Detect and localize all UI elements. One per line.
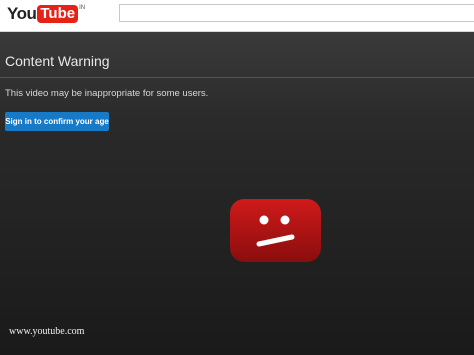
- top-header: You Tube IN: [0, 0, 474, 32]
- watermark-text: www.youtube.com: [9, 326, 85, 337]
- logo-you-text: You: [7, 4, 37, 23]
- search-input[interactable]: [119, 4, 474, 22]
- logo-region-code: IN: [79, 5, 86, 11]
- divider: [0, 77, 474, 78]
- player-area: [0, 32, 474, 355]
- youtube-logo[interactable]: You Tube IN: [7, 4, 85, 24]
- sign-in-button[interactable]: Sign in to confirm your age: [5, 112, 109, 131]
- sad-face-play-icon: [230, 199, 321, 262]
- logo-tube-text: Tube: [37, 5, 79, 23]
- warning-message: This video may be inappropriate for some…: [5, 88, 209, 99]
- page-title: Content Warning: [5, 53, 110, 69]
